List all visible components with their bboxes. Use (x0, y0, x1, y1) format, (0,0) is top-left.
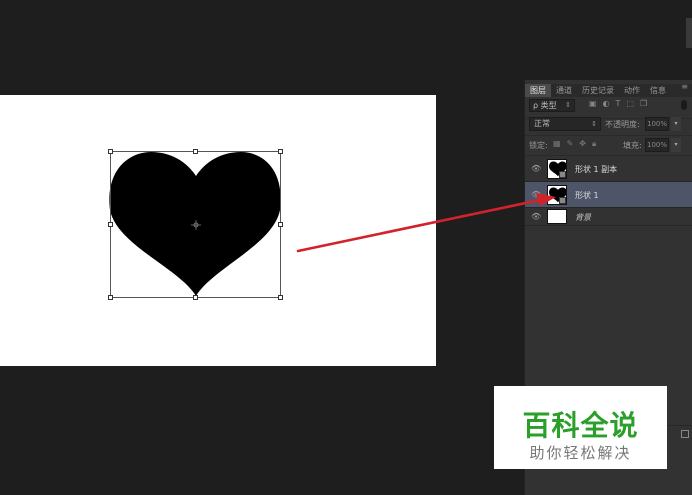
lock-icons: ▦ ✎ ✥ 🔒︎ (553, 139, 596, 149)
pixel-filter-icon[interactable]: ▣ (589, 99, 597, 108)
chevron-updown-icon: ⇕ (565, 101, 571, 109)
lock-row: 锁定: ▦ ✎ ✥ 🔒︎ 填充: 100% ▾ (525, 134, 692, 156)
fill-input[interactable]: 100% (645, 138, 669, 152)
tab-info[interactable]: 信息 (645, 84, 671, 97)
filter-icons: ▣ ◐ T ⬚ ❐ (589, 99, 647, 108)
type-filter-icon[interactable]: T (616, 99, 621, 108)
transform-handle-bottom-center[interactable] (193, 295, 198, 300)
watermark-title: 百科全说 (522, 409, 639, 442)
tab-history[interactable]: 历史记录 (577, 84, 619, 97)
fill-label: 填充: (623, 141, 642, 150)
filter-kind-label: ρ 类型 (533, 101, 557, 110)
chevron-updown-icon: ⇕ (591, 120, 597, 128)
lock-label: 锁定: (529, 141, 548, 150)
visibility-eye-icon[interactable]: 👁︎ (531, 190, 541, 199)
lock-all-icon[interactable]: 🔒︎ (592, 139, 596, 149)
blend-mode-label: 正常 (534, 119, 550, 128)
panel-tab-bar: 图层 通道 历史记录 动作 信息 (525, 84, 692, 97)
lock-image-icon[interactable]: ✎ (567, 139, 574, 149)
transform-handle-top-left[interactable] (108, 149, 113, 154)
fill-dropdown-icon[interactable]: ▾ (671, 138, 681, 152)
layer-thumbnail (547, 185, 567, 205)
layer-name: 背景 (575, 213, 591, 222)
transform-handle-top-right[interactable] (278, 149, 283, 154)
lock-position-icon[interactable]: ✥ (579, 139, 586, 149)
layer-name: 形状 1 副本 (575, 165, 618, 174)
transform-handle-bottom-left[interactable] (108, 295, 113, 300)
transform-handle-bottom-right[interactable] (278, 295, 283, 300)
layer-name: 形状 1 (575, 191, 599, 200)
delete-layer-icon[interactable] (681, 430, 689, 438)
transform-handle-top-center[interactable] (193, 149, 198, 154)
blend-mode-select[interactable]: 正常 ⇕ (529, 117, 601, 131)
tab-actions[interactable]: 动作 (619, 84, 645, 97)
blend-row: 正常 ⇕ 不透明度: 100% ▾ (525, 114, 692, 136)
transform-handle-middle-right[interactable] (278, 222, 283, 227)
layer-row[interactable]: 👁︎ 背景 (525, 208, 692, 226)
filter-toggle[interactable] (681, 100, 687, 110)
opacity-input[interactable]: 100% (645, 117, 669, 131)
adjustment-filter-icon[interactable]: ◐ (603, 99, 610, 108)
watermark-subtitle: 助你轻松解决 (529, 444, 632, 462)
vector-mask-icon (559, 197, 566, 204)
visibility-eye-icon[interactable]: 👁︎ (531, 164, 541, 173)
vector-mask-icon (559, 171, 566, 178)
opacity-label: 不透明度: (605, 120, 640, 129)
filter-kind-select[interactable]: ρ 类型 ⇕ (529, 99, 575, 112)
visibility-eye-icon[interactable]: 👁︎ (531, 212, 541, 221)
shape-filter-icon[interactable]: ⬚ (626, 99, 634, 108)
watermark-badge: 百科全说 助你轻松解决 (494, 386, 667, 469)
layer-row-selected[interactable]: 👁︎ 形状 1 (525, 182, 692, 208)
opacity-dropdown-icon[interactable]: ▾ (671, 117, 681, 131)
tab-channels[interactable]: 通道 (551, 84, 577, 97)
layer-row[interactable]: 👁︎ 形状 1 副本 (525, 156, 692, 182)
window-edge (686, 18, 692, 48)
layer-thumbnail (547, 159, 567, 179)
smart-object-filter-icon[interactable]: ❐ (640, 99, 647, 108)
transform-handle-middle-left[interactable] (108, 222, 113, 227)
tab-layers[interactable]: 图层 (525, 84, 551, 97)
panel-menu-icon[interactable]: ≡ (681, 82, 688, 91)
lock-transparent-icon[interactable]: ▦ (553, 139, 561, 149)
white-thumbnail-icon (547, 209, 567, 224)
reference-point-icon[interactable] (191, 220, 201, 230)
